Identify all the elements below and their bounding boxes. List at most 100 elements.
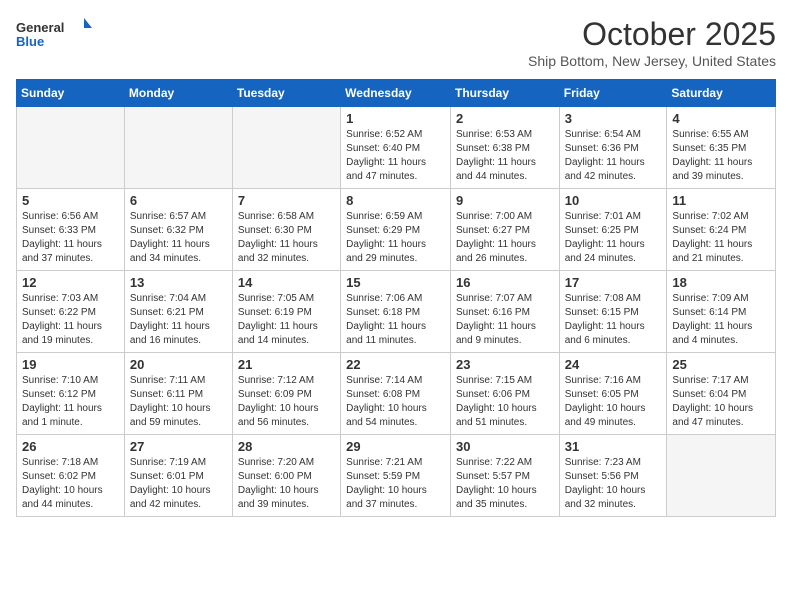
day-info: Sunrise: 6:57 AM Sunset: 6:32 PM Dayligh… <box>130 210 227 266</box>
day-info: Sunrise: 7:05 AM Sunset: 6:19 PM Dayligh… <box>238 292 335 348</box>
day-number: 30 <box>456 439 554 454</box>
week-row-4: 19Sunrise: 7:10 AM Sunset: 6:12 PM Dayli… <box>17 353 776 435</box>
day-cell: 13 Sunrise: 7:04 AM Sunset: 6:21 PM Dayli… <box>124 271 232 353</box>
day-number: 3 <box>565 111 662 126</box>
day-cell: 4Sunrise: 6:55 AM Sunset: 6:35 PM Daylig… <box>667 107 776 189</box>
week-row-3: 12 Sunrise: 7:03 AM Sunset: 6:22 PM Dayli… <box>17 271 776 353</box>
calendar-title: October 2025 <box>528 16 776 53</box>
day-info: Sunrise: 7:15 AM Sunset: 6:06 PM Dayligh… <box>456 374 554 430</box>
day-info: Sunrise: 7:01 AM Sunset: 6:25 PM Dayligh… <box>565 210 662 266</box>
day-cell: 30 Sunrise: 7:22 AM Sunset: 5:57 PM Dayli… <box>450 435 559 517</box>
day-cell: 11Sunrise: 7:02 AM Sunset: 6:24 PM Dayli… <box>667 189 776 271</box>
svg-text:General: General <box>16 20 64 35</box>
day-info: Sunrise: 7:21 AM Sunset: 5:59 PM Dayligh… <box>346 456 445 512</box>
day-cell: 18 Sunrise: 7:09 AM Sunset: 6:14 PM Dayli… <box>667 271 776 353</box>
day-info: Sunrise: 7:00 AM Sunset: 6:27 PM Dayligh… <box>456 210 554 266</box>
header-monday: Monday <box>124 80 232 107</box>
day-info: Sunrise: 7:18 AM Sunset: 6:02 PM Dayligh… <box>22 456 119 512</box>
day-number: 17 <box>565 275 662 290</box>
day-cell: 19Sunrise: 7:10 AM Sunset: 6:12 PM Dayli… <box>17 353 125 435</box>
day-number: 1 <box>346 111 445 126</box>
day-number: 14 <box>238 275 335 290</box>
day-number: 21 <box>238 357 335 372</box>
logo-svg: General Blue <box>16 16 96 56</box>
day-cell <box>232 107 340 189</box>
day-cell: 8Sunrise: 6:59 AM Sunset: 6:29 PM Daylig… <box>341 189 451 271</box>
day-number: 25 <box>672 357 770 372</box>
day-number: 20 <box>130 357 227 372</box>
day-info: Sunrise: 7:04 AM Sunset: 6:21 PM Dayligh… <box>130 292 227 348</box>
day-number: 15 <box>346 275 445 290</box>
day-info: Sunrise: 7:11 AM Sunset: 6:11 PM Dayligh… <box>130 374 227 430</box>
day-number: 19 <box>22 357 119 372</box>
day-info: Sunrise: 6:52 AM Sunset: 6:40 PM Dayligh… <box>346 128 445 184</box>
day-info: Sunrise: 7:09 AM Sunset: 6:14 PM Dayligh… <box>672 292 770 348</box>
day-number: 13 <box>130 275 227 290</box>
day-number: 31 <box>565 439 662 454</box>
day-number: 16 <box>456 275 554 290</box>
header-friday: Friday <box>559 80 667 107</box>
header-saturday: Saturday <box>667 80 776 107</box>
day-cell: 24 Sunrise: 7:16 AM Sunset: 6:05 PM Dayli… <box>559 353 667 435</box>
day-info: Sunrise: 6:53 AM Sunset: 6:38 PM Dayligh… <box>456 128 554 184</box>
day-cell: 31 Sunrise: 7:23 AM Sunset: 5:56 PM Dayli… <box>559 435 667 517</box>
day-info: Sunrise: 7:16 AM Sunset: 6:05 PM Dayligh… <box>565 374 662 430</box>
day-info: Sunrise: 7:06 AM Sunset: 6:18 PM Dayligh… <box>346 292 445 348</box>
day-number: 8 <box>346 193 445 208</box>
day-cell: 22 Sunrise: 7:14 AM Sunset: 6:08 PM Dayli… <box>341 353 451 435</box>
header-wednesday: Wednesday <box>341 80 451 107</box>
day-cell <box>667 435 776 517</box>
calendar-table: SundayMondayTuesdayWednesdayThursdayFrid… <box>16 79 776 517</box>
week-row-2: 5 Sunrise: 6:56 AM Sunset: 6:33 PM Daylig… <box>17 189 776 271</box>
day-info: Sunrise: 6:54 AM Sunset: 6:36 PM Dayligh… <box>565 128 662 184</box>
day-cell: 9 Sunrise: 7:00 AM Sunset: 6:27 PM Daylig… <box>450 189 559 271</box>
day-number: 29 <box>346 439 445 454</box>
header-row: SundayMondayTuesdayWednesdayThursdayFrid… <box>17 80 776 107</box>
day-cell: 16 Sunrise: 7:07 AM Sunset: 6:16 PM Dayli… <box>450 271 559 353</box>
day-cell: 14 Sunrise: 7:05 AM Sunset: 6:19 PM Dayli… <box>232 271 340 353</box>
day-cell: 23 Sunrise: 7:15 AM Sunset: 6:06 PM Dayli… <box>450 353 559 435</box>
day-cell: 28Sunrise: 7:20 AM Sunset: 6:00 PM Dayli… <box>232 435 340 517</box>
day-number: 7 <box>238 193 335 208</box>
day-number: 2 <box>456 111 554 126</box>
day-info: Sunrise: 7:17 AM Sunset: 6:04 PM Dayligh… <box>672 374 770 430</box>
day-info: Sunrise: 7:23 AM Sunset: 5:56 PM Dayligh… <box>565 456 662 512</box>
header-tuesday: Tuesday <box>232 80 340 107</box>
day-info: Sunrise: 7:08 AM Sunset: 6:15 PM Dayligh… <box>565 292 662 348</box>
day-info: Sunrise: 7:03 AM Sunset: 6:22 PM Dayligh… <box>22 292 119 348</box>
day-cell: 7 Sunrise: 6:58 AM Sunset: 6:30 PM Daylig… <box>232 189 340 271</box>
day-number: 24 <box>565 357 662 372</box>
day-number: 6 <box>130 193 227 208</box>
day-cell: 29 Sunrise: 7:21 AM Sunset: 5:59 PM Dayli… <box>341 435 451 517</box>
day-number: 12 <box>22 275 119 290</box>
day-number: 22 <box>346 357 445 372</box>
day-cell: 10 Sunrise: 7:01 AM Sunset: 6:25 PM Dayli… <box>559 189 667 271</box>
day-number: 9 <box>456 193 554 208</box>
title-section: October 2025 Ship Bottom, New Jersey, Un… <box>528 16 776 69</box>
day-cell: 21 Sunrise: 7:12 AM Sunset: 6:09 PM Dayli… <box>232 353 340 435</box>
logo: General Blue <box>16 16 96 56</box>
day-cell: 3 Sunrise: 6:54 AM Sunset: 6:36 PM Daylig… <box>559 107 667 189</box>
day-info: Sunrise: 7:07 AM Sunset: 6:16 PM Dayligh… <box>456 292 554 348</box>
calendar-header: SundayMondayTuesdayWednesdayThursdayFrid… <box>17 80 776 107</box>
day-cell: 1 Sunrise: 6:52 AM Sunset: 6:40 PM Daylig… <box>341 107 451 189</box>
day-info: Sunrise: 7:20 AM Sunset: 6:00 PM Dayligh… <box>238 456 335 512</box>
day-info: Sunrise: 7:12 AM Sunset: 6:09 PM Dayligh… <box>238 374 335 430</box>
day-number: 26 <box>22 439 119 454</box>
day-info: Sunrise: 7:22 AM Sunset: 5:57 PM Dayligh… <box>456 456 554 512</box>
day-cell: 2 Sunrise: 6:53 AM Sunset: 6:38 PM Daylig… <box>450 107 559 189</box>
header-sunday: Sunday <box>17 80 125 107</box>
day-info: Sunrise: 7:02 AM Sunset: 6:24 PM Dayligh… <box>672 210 770 266</box>
day-info: Sunrise: 6:58 AM Sunset: 6:30 PM Dayligh… <box>238 210 335 266</box>
day-info: Sunrise: 7:14 AM Sunset: 6:08 PM Dayligh… <box>346 374 445 430</box>
day-cell: 26 Sunrise: 7:18 AM Sunset: 6:02 PM Dayli… <box>17 435 125 517</box>
day-number: 5 <box>22 193 119 208</box>
day-number: 10 <box>565 193 662 208</box>
day-info: Sunrise: 7:19 AM Sunset: 6:01 PM Dayligh… <box>130 456 227 512</box>
day-number: 23 <box>456 357 554 372</box>
day-number: 18 <box>672 275 770 290</box>
day-cell: 15 Sunrise: 7:06 AM Sunset: 6:18 PM Dayli… <box>341 271 451 353</box>
week-row-1: 1 Sunrise: 6:52 AM Sunset: 6:40 PM Daylig… <box>17 107 776 189</box>
calendar-subtitle: Ship Bottom, New Jersey, United States <box>528 53 776 69</box>
day-info: Sunrise: 6:56 AM Sunset: 6:33 PM Dayligh… <box>22 210 119 266</box>
